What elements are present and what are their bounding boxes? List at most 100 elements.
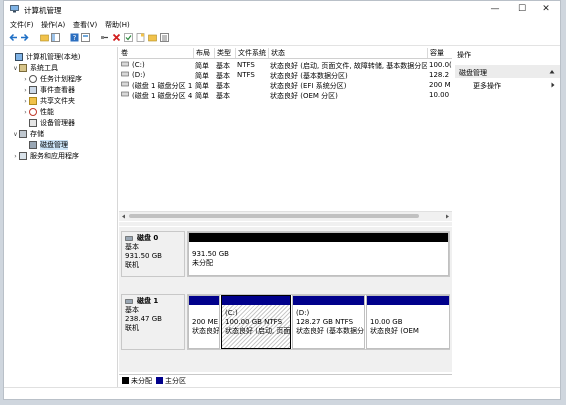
- disk-0-partitions: 931.50 GB 未分配: [187, 231, 450, 277]
- title-bar: 计算机管理 — ☐ ✕: [4, 1, 560, 18]
- disk-icon: [125, 299, 133, 304]
- partition-size: 200 ME: [192, 318, 219, 326]
- services-icon: [19, 152, 27, 160]
- actions-section-disk-management[interactable]: 磁盘管理: [455, 65, 560, 78]
- menu-bar: 文件(F) 操作(A) 查看(V) 帮助(H): [4, 18, 560, 31]
- table-row[interactable]: (D:) 简单 基本 NTFS 状态良好 (基本数据分区) 128.2: [119, 70, 452, 80]
- collapse-up-icon[interactable]: [549, 69, 555, 74]
- column-filesystem[interactable]: 文件系统: [235, 48, 268, 58]
- forward-arrow-icon[interactable]: [20, 33, 29, 42]
- tree-item-label: 计算机管理(本地): [26, 53, 81, 61]
- maximize-button[interactable]: ☐: [510, 1, 534, 18]
- help-icon[interactable]: ?: [70, 33, 79, 42]
- show-tree-icon[interactable]: [51, 33, 60, 42]
- cell-capacity: 200 M: [429, 81, 451, 89]
- tools-icon: [19, 64, 27, 72]
- menu-view[interactable]: 查看(V): [73, 20, 97, 30]
- c-drive-partition[interactable]: (C:) 100.00 GB NTFS 状态良好 (启动, 页面: [221, 295, 291, 349]
- column-layout[interactable]: 布局: [193, 48, 214, 58]
- connect-icon[interactable]: [100, 33, 109, 42]
- tree-item-performance[interactable]: › 性能: [22, 107, 54, 117]
- tree-item-system-tools[interactable]: ∨ 系统工具: [12, 63, 58, 73]
- export-icon[interactable]: [148, 33, 157, 42]
- tree-item-shared-folders[interactable]: › 共享文件夹: [22, 96, 75, 106]
- scroll-left-icon[interactable]: [121, 214, 126, 219]
- column-volume[interactable]: 卷: [119, 48, 193, 58]
- expand-chevron-icon[interactable]: ›: [12, 153, 19, 160]
- menu-file[interactable]: 文件(F): [10, 20, 34, 30]
- collapse-chevron-icon[interactable]: ∨: [12, 131, 19, 138]
- list-icon[interactable]: [160, 33, 169, 42]
- partition-size: 100.00 GB NTFS: [225, 318, 283, 326]
- horizontal-scrollbar[interactable]: [119, 211, 452, 221]
- partition-header: [189, 233, 448, 242]
- scrollbar-thumb[interactable]: [129, 214, 419, 218]
- check-icon[interactable]: [124, 33, 133, 42]
- expand-chevron-icon[interactable]: ›: [22, 76, 29, 83]
- disk-0-info[interactable]: 磁盘 0 基本 931.50 GB 联机: [121, 231, 185, 277]
- properties-icon[interactable]: [81, 33, 90, 42]
- disk-1-info[interactable]: 磁盘 1 基本 238.47 GB 联机: [121, 294, 185, 350]
- pane-splitter[interactable]: [119, 222, 452, 226]
- tree-item-storage[interactable]: ∨ 存储: [12, 129, 44, 139]
- efi-partition[interactable]: 200 ME 状态良好: [188, 295, 220, 349]
- partition-header: [367, 296, 449, 305]
- navigation-tree: 计算机管理(本地) ∨ 系统工具 › 任务计划程序 › 事件查看器 › 共享文件…: [6, 47, 118, 387]
- d-drive-partition[interactable]: (D:) 128.27 GB NTFS 状态良好 (基本数据分: [292, 295, 365, 349]
- legend-unallocated: 未分配: [131, 376, 152, 385]
- tree-item-disk-management[interactable]: 磁盘管理: [22, 140, 68, 150]
- expand-chevron-icon[interactable]: ›: [22, 109, 29, 116]
- tree-item-label: 性能: [40, 108, 54, 116]
- up-folder-icon[interactable]: [40, 33, 49, 42]
- tree-item-label: 任务计划程序: [40, 75, 82, 83]
- unallocated-partition[interactable]: 931.50 GB 未分配: [188, 232, 449, 276]
- partition-header: [222, 296, 290, 305]
- table-row[interactable]: (磁盘 1 磁盘分区 1) 简单 基本 状态良好 (EFI 系统分区) 200 …: [119, 80, 452, 90]
- menu-help[interactable]: 帮助(H): [105, 20, 130, 30]
- tree-item-computer-management[interactable]: 计算机管理(本地): [8, 52, 80, 62]
- legend: 未分配 主分区: [119, 374, 452, 386]
- cell-volume: (D:): [132, 71, 146, 79]
- disk-management-icon: [29, 141, 37, 149]
- minimize-button[interactable]: —: [483, 1, 507, 18]
- legend-primary: 主分区: [165, 376, 186, 385]
- tree-item-task-scheduler[interactable]: › 任务计划程序: [22, 74, 82, 84]
- delete-icon[interactable]: [112, 33, 121, 42]
- tree-item-label: 存储: [30, 130, 44, 138]
- menu-action[interactable]: 操作(A): [41, 20, 65, 30]
- column-capacity[interactable]: 容量: [427, 48, 452, 58]
- tree-item-device-manager[interactable]: 设备管理器: [22, 118, 75, 128]
- cell-filesystem: NTFS: [237, 71, 255, 79]
- column-type[interactable]: 类型: [214, 48, 235, 58]
- more-actions-item[interactable]: 更多操作: [473, 81, 501, 91]
- expand-chevron-icon[interactable]: ›: [22, 98, 29, 105]
- partition-size: 10.00 GB: [370, 318, 403, 326]
- back-arrow-icon[interactable]: [9, 33, 18, 42]
- expand-chevron-icon[interactable]: ›: [22, 87, 29, 94]
- close-button[interactable]: ✕: [534, 1, 558, 18]
- collapse-chevron-icon[interactable]: ∨: [12, 65, 19, 72]
- table-row[interactable]: (C:) 简单 基本 NTFS 状态良好 (启动, 页面文件, 故障转储, 基本…: [119, 60, 452, 70]
- more-actions-label: 更多操作: [473, 82, 501, 90]
- disk-1-partitions: 200 ME 状态良好 (C:) 100.00 GB NTFS 状态良好 (启动…: [187, 294, 450, 350]
- legend-swatch-unallocated: [122, 377, 129, 384]
- disk-size: 238.47 GB: [125, 315, 162, 323]
- scroll-right-icon[interactable]: [445, 214, 450, 219]
- tree-item-label: 共享文件夹: [40, 97, 75, 105]
- cell-capacity: 10.00: [429, 91, 450, 99]
- tree-item-event-viewer[interactable]: › 事件查看器: [22, 85, 75, 95]
- column-status[interactable]: 状态: [268, 48, 427, 58]
- partition-status: 状态良好 (启动, 页面: [225, 327, 291, 335]
- drive-icon: [121, 61, 129, 69]
- table-row[interactable]: (磁盘 1 磁盘分区 4) 简单 基本 状态良好 (OEM 分区) 10.00: [119, 90, 452, 100]
- disk-name: 磁盘 0: [137, 234, 159, 242]
- oem-partition[interactable]: 10.00 GB 状态良好 (OEM: [366, 295, 450, 349]
- partition-status: 未分配: [192, 259, 213, 267]
- disk-icon: [125, 236, 133, 241]
- new-icon[interactable]: [136, 33, 145, 42]
- tree-item-services-applications[interactable]: › 服务和应用程序: [12, 151, 79, 161]
- submenu-arrow-icon[interactable]: [551, 82, 555, 88]
- disk-management-pane: 卷 布局 类型 文件系统 状态 容量 (C:) 简单 基本 NTFS 状态良好 …: [119, 47, 452, 387]
- partition-label: (D:): [296, 309, 310, 317]
- storage-icon: [19, 130, 27, 138]
